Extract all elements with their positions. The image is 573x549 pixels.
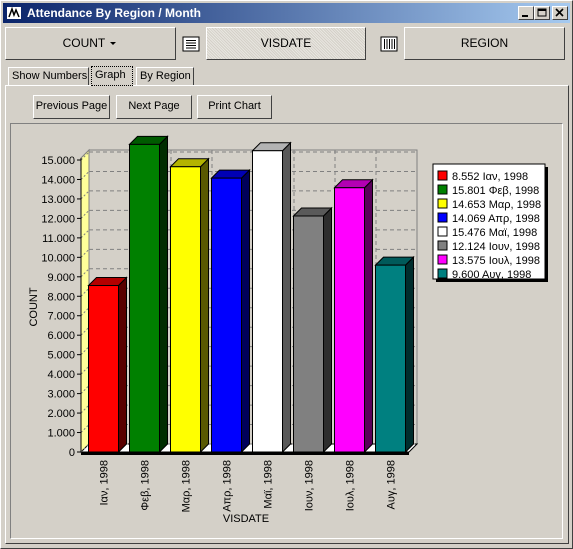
- y-tick-label: 4.000: [47, 369, 75, 381]
- y-tick-label: 15.000: [41, 155, 75, 167]
- legend-entry: 15.801 Φεβ, 1998: [452, 185, 539, 197]
- y-tick-label: 13.000: [41, 194, 75, 206]
- legend-entry: 12.124 Ιουν, 1998: [452, 241, 540, 253]
- bar-chart: 0 1.000 2.000 3.000 4.000 5.000 6.000 7.000 8.00…: [28, 135, 548, 525]
- tab-show-numbers[interactable]: Show Numbers: [8, 67, 89, 85]
- legend-swatch: [437, 212, 448, 223]
- bar[interactable]: [170, 166, 201, 453]
- x-axis-title: VISDATE: [223, 513, 269, 525]
- bar[interactable]: [211, 177, 242, 453]
- x-tick-label: Μαρ, 1998: [181, 460, 193, 512]
- legend-swatch: [437, 240, 448, 251]
- columns-layout-icon[interactable]: [379, 34, 399, 54]
- app-icon: [7, 6, 21, 19]
- bar[interactable]: [88, 285, 119, 453]
- tab-by-region[interactable]: By Region: [136, 67, 194, 85]
- rows-layout-icon[interactable]: [181, 34, 201, 54]
- legend-swatch: [437, 254, 448, 265]
- bar-side: [241, 168, 250, 454]
- legend-swatch: [437, 198, 448, 209]
- bar[interactable]: [334, 187, 365, 453]
- bar[interactable]: [129, 143, 160, 453]
- bar-side: [405, 255, 414, 454]
- app-window: Attendance By Region / Month COUNT VISDA…: [0, 0, 573, 549]
- previous-page-button[interactable]: Previous Page: [33, 95, 110, 119]
- next-page-button[interactable]: Next Page: [116, 95, 192, 119]
- close-icon: [555, 8, 564, 17]
- tab-by-region-label: By Region: [140, 70, 191, 82]
- legend-swatch: [437, 268, 448, 279]
- x-tick-label: Ιαν, 1998: [99, 460, 111, 506]
- tab-graph[interactable]: Graph: [91, 66, 133, 86]
- bar-side: [118, 276, 127, 454]
- legend-entry: 8.552 Ιαν, 1998: [452, 171, 528, 183]
- y-tick-label: 8.000: [47, 291, 75, 303]
- legend-swatch: [437, 170, 448, 181]
- bar-side: [364, 178, 373, 454]
- chevron-down-icon: [110, 41, 117, 45]
- bar-side: [200, 157, 209, 454]
- count-dropdown-button[interactable]: COUNT: [5, 27, 176, 60]
- count-label: COUNT: [62, 36, 106, 50]
- bar-side: [282, 141, 291, 454]
- print-chart-button[interactable]: Print Chart: [197, 95, 272, 119]
- minimize-icon: [522, 15, 528, 17]
- maximize-icon: [537, 8, 547, 17]
- x-tick-label: Ιουλ, 1998: [345, 460, 357, 511]
- close-button[interactable]: [552, 6, 568, 20]
- y-tick-label: 6.000: [47, 330, 75, 342]
- y-tick-label: 3.000: [47, 389, 75, 401]
- bar[interactable]: [252, 150, 283, 453]
- previous-page-label: Previous Page: [35, 100, 108, 112]
- y-tick-label: 1.000: [47, 428, 75, 440]
- region-label: REGION: [460, 36, 509, 50]
- region-field-button[interactable]: REGION: [404, 27, 565, 60]
- chart-area: 0 1.000 2.000 3.000 4.000 5.000 6.000 7.000 8.00…: [10, 123, 563, 539]
- visdate-field-button[interactable]: VISDATE: [206, 27, 366, 60]
- y-tick-label: 11.000: [42, 233, 75, 245]
- legend-swatch: [437, 184, 448, 195]
- legend-entry: 14.069 Απρ, 1998: [452, 213, 540, 225]
- bar[interactable]: [375, 264, 406, 453]
- x-tick-label: Αυγ, 1998: [386, 460, 398, 509]
- y-tick-label: 7.000: [47, 311, 75, 323]
- legend-entry: 9.600 Αυγ, 1998: [452, 269, 531, 281]
- minimize-button[interactable]: [518, 6, 534, 20]
- y-tick-label: 0: [69, 447, 75, 459]
- bar-side: [159, 135, 168, 454]
- title-bar[interactable]: Attendance By Region / Month: [3, 3, 570, 23]
- y-tick-label: 14.000: [41, 174, 75, 186]
- x-tick-label: Ιουν, 1998: [304, 460, 316, 511]
- x-tick-label: Απρ, 1998: [222, 460, 234, 512]
- tab-show-numbers-label: Show Numbers: [12, 70, 88, 82]
- bar-side: [323, 206, 332, 454]
- visdate-label: VISDATE: [260, 36, 312, 50]
- x-tick-label: Μαϊ, 1998: [263, 460, 275, 509]
- y-tick-label: 2.000: [47, 408, 75, 420]
- print-chart-label: Print Chart: [208, 100, 261, 112]
- legend-entry: 13.575 Ιουλ, 1998: [452, 255, 540, 267]
- y-tick-label: 5.000: [47, 350, 75, 362]
- y-tick-label: 12.000: [41, 213, 75, 225]
- legend-swatch: [437, 226, 448, 237]
- y-tick-label: 9.000: [47, 272, 75, 284]
- next-page-label: Next Page: [128, 100, 180, 112]
- y-axis-title: COUNT: [28, 287, 40, 326]
- legend-entry: 14.653 Μαρ, 1998: [452, 199, 541, 211]
- window-title: Attendance By Region / Month: [27, 6, 201, 20]
- y-tick-label: 10.000: [41, 252, 75, 264]
- legend-entry: 15.476 Μαϊ, 1998: [452, 227, 537, 239]
- maximize-button[interactable]: [534, 6, 550, 20]
- bar[interactable]: [293, 215, 324, 453]
- tab-graph-label: Graph: [95, 69, 126, 81]
- x-tick-label: Φεβ, 1998: [140, 460, 152, 511]
